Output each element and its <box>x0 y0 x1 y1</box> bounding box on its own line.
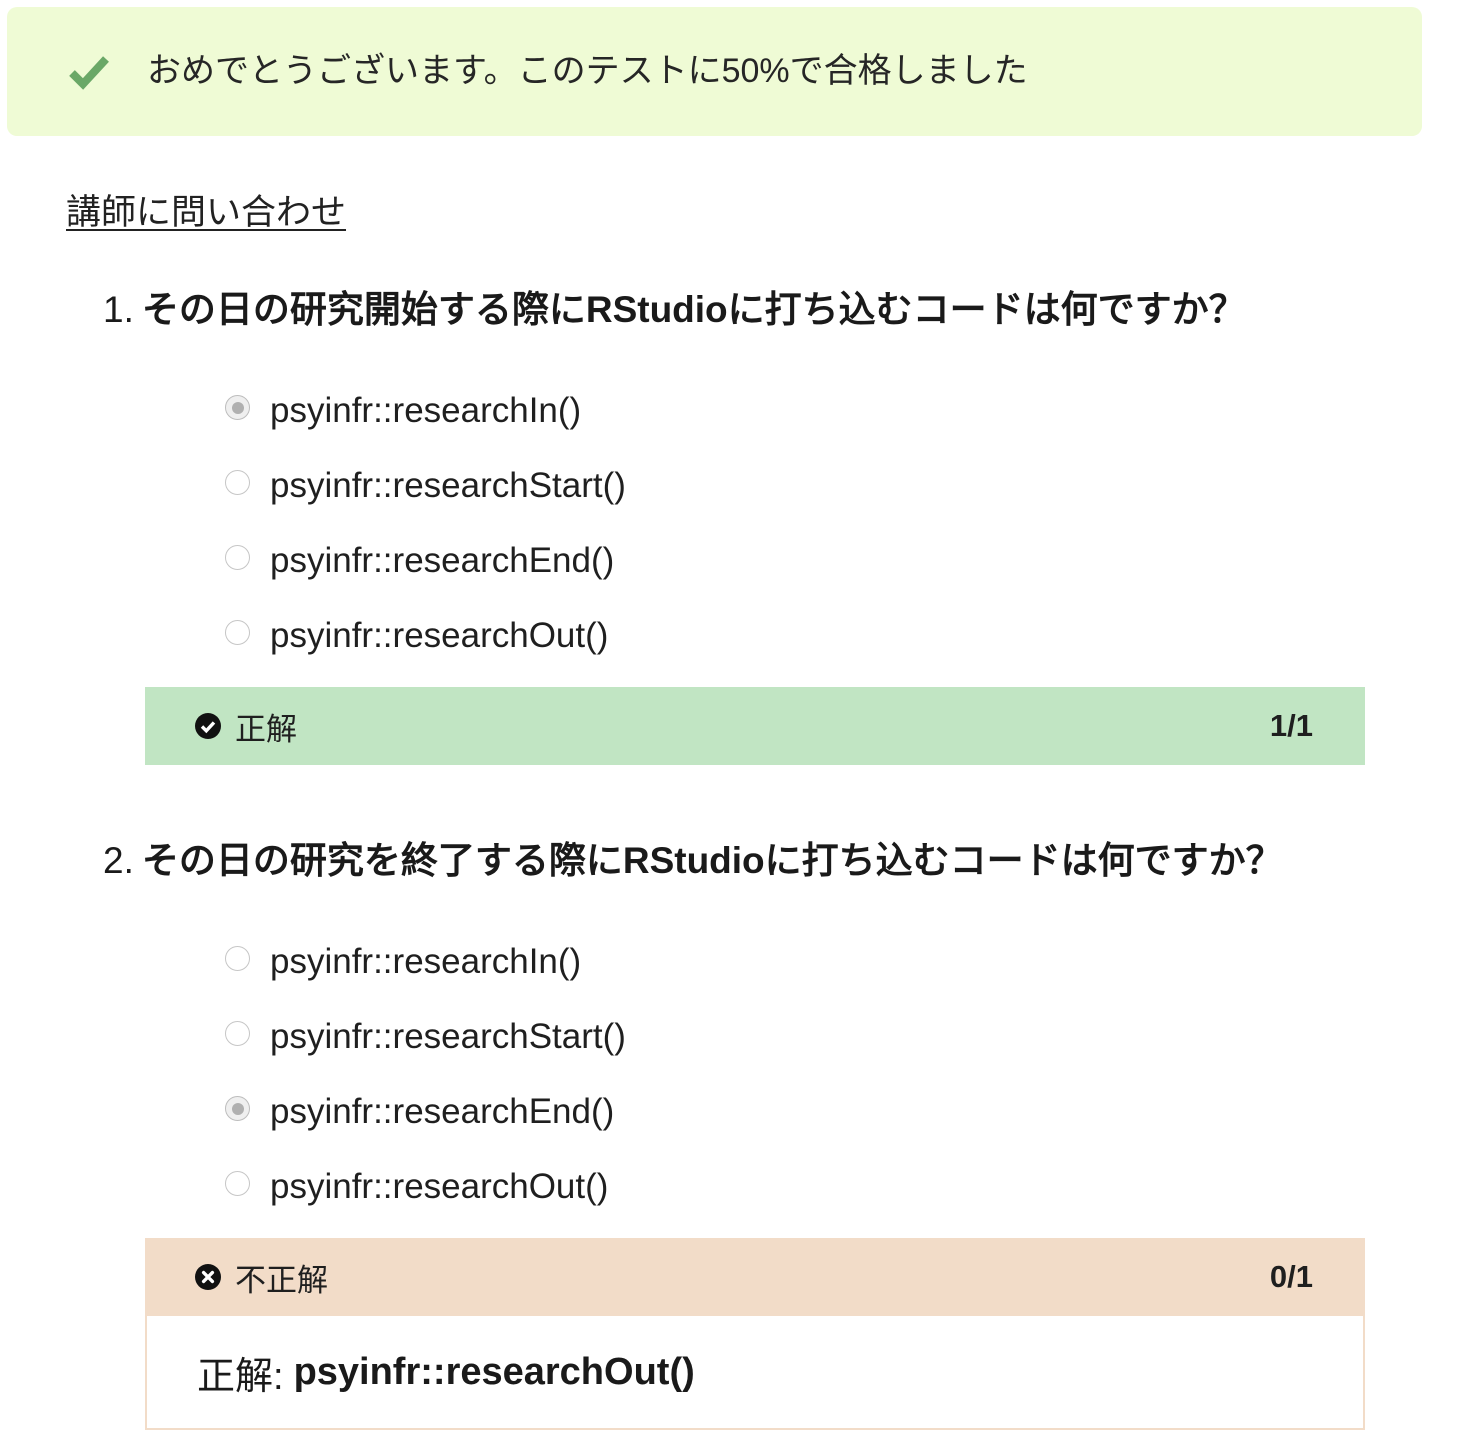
radio-button[interactable] <box>225 1171 250 1196</box>
radio-button[interactable] <box>225 470 250 495</box>
correct-answer-label: 正解: <box>197 1355 284 1398</box>
result-bar-incorrect: 不正解 0/1 <box>145 1238 1365 1316</box>
radio-button[interactable] <box>225 1096 250 1121</box>
option-label: psyinfr::researchEnd() <box>270 1091 615 1131</box>
answer-options: psyinfr::researchIn() psyinfr::researchS… <box>0 924 1460 1224</box>
option-label: psyinfr::researchOut() <box>270 1166 609 1206</box>
answer-option[interactable]: psyinfr::researchEnd() <box>225 1074 1460 1149</box>
option-label: psyinfr::researchIn() <box>270 390 582 430</box>
question-block: 1. その日の研究開始する際にRStudioに打ち込むコードは何ですか？ psyi… <box>0 270 1460 765</box>
success-message: おめでとうございます。このテストに50%で合格しました <box>147 52 1028 90</box>
correct-answer-value: psyinfr::researchOut() <box>293 1350 695 1393</box>
radio-button[interactable] <box>225 620 250 645</box>
question-block: 2. その日の研究を終了する際にRStudioに打ち込むコードは何ですか？ psy… <box>0 821 1460 1430</box>
contact-instructor-link[interactable]: 講師に問い合わせ <box>66 188 346 238</box>
answer-option[interactable]: psyinfr::researchStart() <box>225 999 1460 1074</box>
answer-option[interactable]: psyinfr::researchStart() <box>225 448 1460 523</box>
question-text: その日の研究開始する際にRStudioに打ち込むコードは何ですか？ <box>141 289 1246 330</box>
radio-button[interactable] <box>225 1021 250 1046</box>
question-number: 1. <box>103 289 134 330</box>
answer-option[interactable]: psyinfr::researchEnd() <box>225 523 1460 598</box>
check-circle-icon <box>195 713 221 739</box>
answer-option[interactable]: psyinfr::researchOut() <box>225 1149 1460 1224</box>
question-title: 1. その日の研究開始する際にRStudioに打ち込むコードは何ですか？ <box>0 270 1460 350</box>
x-circle-icon <box>195 1264 221 1290</box>
radio-button[interactable] <box>225 395 250 420</box>
radio-button[interactable] <box>225 946 250 971</box>
result-bar-correct: 正解 1/1 <box>145 687 1365 765</box>
check-icon <box>68 54 110 90</box>
correct-answer-box: 正解: psyinfr::researchOut() <box>145 1316 1365 1430</box>
success-banner: おめでとうございます。このテストに50%で合格しました <box>7 7 1422 136</box>
option-label: psyinfr::researchStart() <box>270 1016 626 1056</box>
result-score: 0/1 <box>1269 1259 1313 1294</box>
option-label: psyinfr::researchEnd() <box>270 540 615 580</box>
radio-button[interactable] <box>225 545 250 570</box>
question-number: 2. <box>103 840 134 881</box>
option-label: psyinfr::researchIn() <box>270 941 582 981</box>
answer-options: psyinfr::researchIn() psyinfr::researchS… <box>0 373 1460 673</box>
question-text: その日の研究を終了する際にRStudioに打ち込むコードは何ですか？ <box>141 840 1283 881</box>
answer-option[interactable]: psyinfr::researchIn() <box>225 373 1460 448</box>
result-label: 正解 <box>235 711 297 747</box>
question-title: 2. その日の研究を終了する際にRStudioに打ち込むコードは何ですか？ <box>0 821 1460 901</box>
answer-option[interactable]: psyinfr::researchIn() <box>225 924 1460 999</box>
option-label: psyinfr::researchStart() <box>270 465 626 505</box>
option-label: psyinfr::researchOut() <box>270 615 609 655</box>
result-label: 不正解 <box>235 1262 328 1298</box>
answer-option[interactable]: psyinfr::researchOut() <box>225 598 1460 673</box>
result-score: 1/1 <box>1269 708 1313 743</box>
